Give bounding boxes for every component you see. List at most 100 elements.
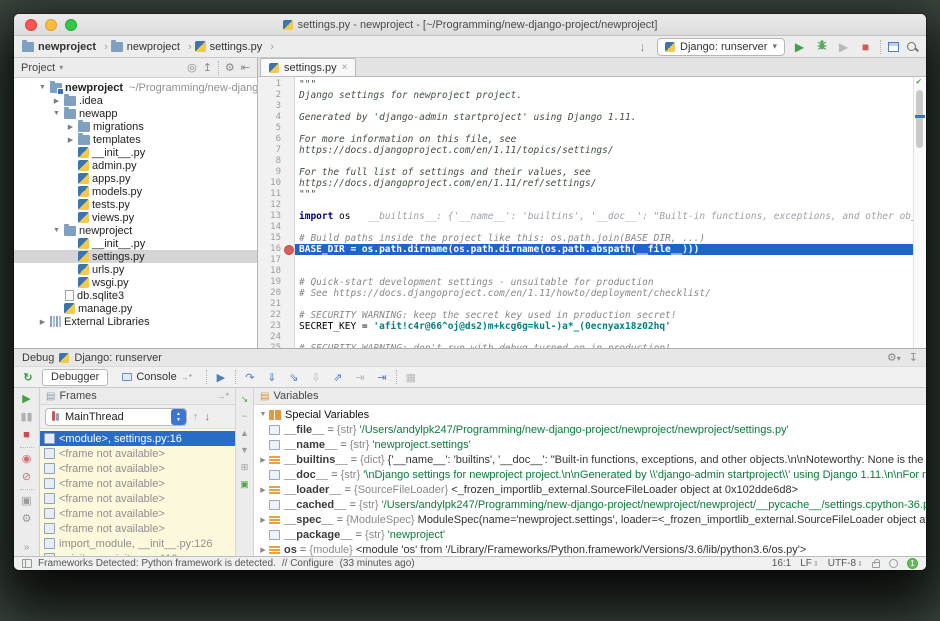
code-line[interactable]: 12 <box>258 200 913 211</box>
line-number[interactable]: 18 <box>258 266 281 277</box>
variable-row[interactable]: Special Variables <box>258 407 926 422</box>
line-number[interactable]: 15 <box>258 233 281 244</box>
step-over-icon[interactable]: ↷ <box>242 371 258 384</box>
variable-row[interactable]: __package__ = {str} 'newproject' <box>258 527 926 542</box>
tree-expand-icon[interactable] <box>66 136 75 144</box>
move-watch-down-icon[interactable]: ▼ <box>240 445 249 456</box>
line-number[interactable]: 4 <box>258 112 281 123</box>
code-line[interactable]: 13 import os __builtins__: {'__name__': … <box>258 211 913 222</box>
encoding-select[interactable]: UTF-8 ⇕ <box>828 558 863 569</box>
combo-stepper-icon[interactable]: ▲ ▼ <box>171 408 186 425</box>
restore-layout-icon[interactable]: ▣ <box>19 495 35 508</box>
line-number[interactable]: 2 <box>258 90 281 101</box>
event-log-badge[interactable]: 1 <box>907 558 918 569</box>
add-to-watches-icon[interactable]: ↘ <box>241 394 249 405</box>
line-number[interactable]: 6 <box>258 134 281 145</box>
breakpoint-gutter[interactable] <box>281 343 295 348</box>
locate-file-icon[interactable]: ◎ <box>187 61 197 74</box>
project-tree-item[interactable]: External Libraries <box>14 315 257 328</box>
breakpoint-gutter[interactable] <box>281 277 295 288</box>
code-line[interactable]: 11 """ <box>258 189 913 200</box>
line-number[interactable]: 17 <box>258 255 281 266</box>
force-step-into-icon[interactable]: ⇩ <box>308 371 324 384</box>
stack-frame-row[interactable]: <frame not available> <box>40 506 235 521</box>
code-line[interactable]: 4 Generated by 'django-admin startprojec… <box>258 112 913 123</box>
code-line[interactable]: 18 <box>258 266 913 277</box>
stack-frame-row[interactable]: import_module, __init__.py:126 <box>40 536 235 551</box>
breakpoint-gutter[interactable] <box>281 211 295 222</box>
project-tree-item[interactable]: urls.py <box>14 263 257 276</box>
line-number[interactable]: 11 <box>258 189 281 200</box>
hide-frames-icon[interactable]: →* <box>216 391 229 401</box>
breakpoint-gutter[interactable] <box>281 310 295 321</box>
line-separator-select[interactable]: LF ⇕ <box>800 558 819 569</box>
hide-project-panel-icon[interactable]: ⇤ <box>241 61 250 74</box>
code-line[interactable]: 20 # See https://docs.djangoproject.com/… <box>258 288 913 299</box>
run-to-cursor-icon[interactable]: ⇥ <box>374 371 390 384</box>
project-tree-item[interactable]: models.py <box>14 185 257 198</box>
breakpoint-gutter[interactable] <box>281 321 295 332</box>
line-number[interactable]: 16 <box>258 244 281 255</box>
code-line[interactable]: 16 BASE_DIR = os.path.dirname(os.path.di… <box>258 244 913 255</box>
project-tree-item[interactable]: apps.py <box>14 172 257 185</box>
move-watch-up-icon[interactable]: ▲ <box>240 428 249 439</box>
tool-window-toggle-icon[interactable] <box>22 559 32 568</box>
next-frame-icon[interactable]: ↓ <box>205 411 211 423</box>
thread-selector[interactable]: MainThread ▲ ▼ <box>45 407 187 426</box>
breakpoint-gutter[interactable] <box>281 90 295 101</box>
rerun-button[interactable]: ↻ <box>20 371 36 384</box>
code-line[interactable]: 21 <box>258 299 913 310</box>
breakpoint-gutter[interactable] <box>281 233 295 244</box>
stack-frame-row[interactable]: <frame not available> <box>40 476 235 491</box>
code-line[interactable]: 24 <box>258 332 913 343</box>
code-line[interactable]: 7 https://docs.djangoproject.com/en/1.11… <box>258 145 913 156</box>
duplicate-watch-icon[interactable]: ⊞ <box>241 462 249 473</box>
variable-row[interactable]: __doc__ = {str} '\nDjango settings for n… <box>258 467 926 482</box>
tree-expand-icon[interactable] <box>52 227 61 234</box>
tree-expand-icon[interactable] <box>66 123 75 131</box>
step-into-icon[interactable]: ⇓ <box>264 371 280 384</box>
line-number[interactable]: 1 <box>258 79 281 90</box>
project-tree-item[interactable]: wsgi.py <box>14 276 257 289</box>
hide-debug-panel-icon[interactable]: ↧ <box>909 351 918 364</box>
code-line[interactable]: 2 Django settings for newproject project… <box>258 90 913 101</box>
variable-row[interactable]: __loader__ = {SourceFileLoader} <_frozen… <box>258 482 926 497</box>
line-number[interactable]: 7 <box>258 145 281 156</box>
resume-program-icon[interactable]: ▶ <box>19 393 35 406</box>
code-line[interactable]: 6 For more information on this file, see <box>258 134 913 145</box>
project-tree-item[interactable]: __init__.py <box>14 237 257 250</box>
previous-frame-icon[interactable]: ↑ <box>193 411 199 423</box>
current-line-stripe-mark[interactable] <box>915 115 925 118</box>
breakpoint-gutter[interactable] <box>281 332 295 343</box>
breakpoint-gutter[interactable] <box>281 222 295 233</box>
stop-button[interactable]: ■ <box>858 40 873 54</box>
line-number[interactable]: 8 <box>258 156 281 167</box>
code-line[interactable]: 22 # SECURITY WARNING: keep the secret k… <box>258 310 913 321</box>
project-tree-item[interactable]: __init__.py <box>14 146 257 159</box>
breakpoint-gutter[interactable] <box>281 178 295 189</box>
mute-breakpoints-icon[interactable]: ⊘ <box>19 471 35 484</box>
stop-debug-icon[interactable]: ■ <box>19 429 35 442</box>
project-tree-item[interactable]: db.sqlite3 <box>14 289 257 302</box>
expand-arrow-icon[interactable] <box>258 456 268 464</box>
line-number[interactable]: 9 <box>258 167 281 178</box>
variable-row[interactable]: __builtins__ = {dict} {'__name__': 'buil… <box>258 452 926 467</box>
breakpoint-gutter[interactable] <box>281 123 295 134</box>
line-number[interactable]: 5 <box>258 123 281 134</box>
project-tree-item[interactable]: newproject ~/Programming/new-django-p <box>14 81 257 95</box>
project-tree-item[interactable]: migrations <box>14 120 257 133</box>
smart-step-into-icon[interactable]: ⇥ <box>352 371 368 384</box>
run-with-coverage-button[interactable]: ▶ <box>836 40 851 54</box>
more-actions-icon[interactable]: » <box>24 542 30 553</box>
breakpoint-gutter[interactable] <box>281 156 295 167</box>
breadcrumb-item[interactable]: newproject › <box>22 40 108 53</box>
project-tree-item[interactable]: settings.py <box>14 250 257 263</box>
line-number[interactable]: 20 <box>258 288 281 299</box>
breakpoint-gutter[interactable] <box>281 145 295 156</box>
line-number[interactable]: 24 <box>258 332 281 343</box>
code-editor[interactable]: 1 """ 2 Django settings for newproject p… <box>258 77 926 348</box>
line-number[interactable]: 22 <box>258 310 281 321</box>
code-line[interactable]: 17 <box>258 255 913 266</box>
project-tree-item[interactable]: views.py <box>14 211 257 224</box>
variable-row[interactable]: __cached__ = {str} '/Users/andylpk247/Pr… <box>258 497 926 512</box>
